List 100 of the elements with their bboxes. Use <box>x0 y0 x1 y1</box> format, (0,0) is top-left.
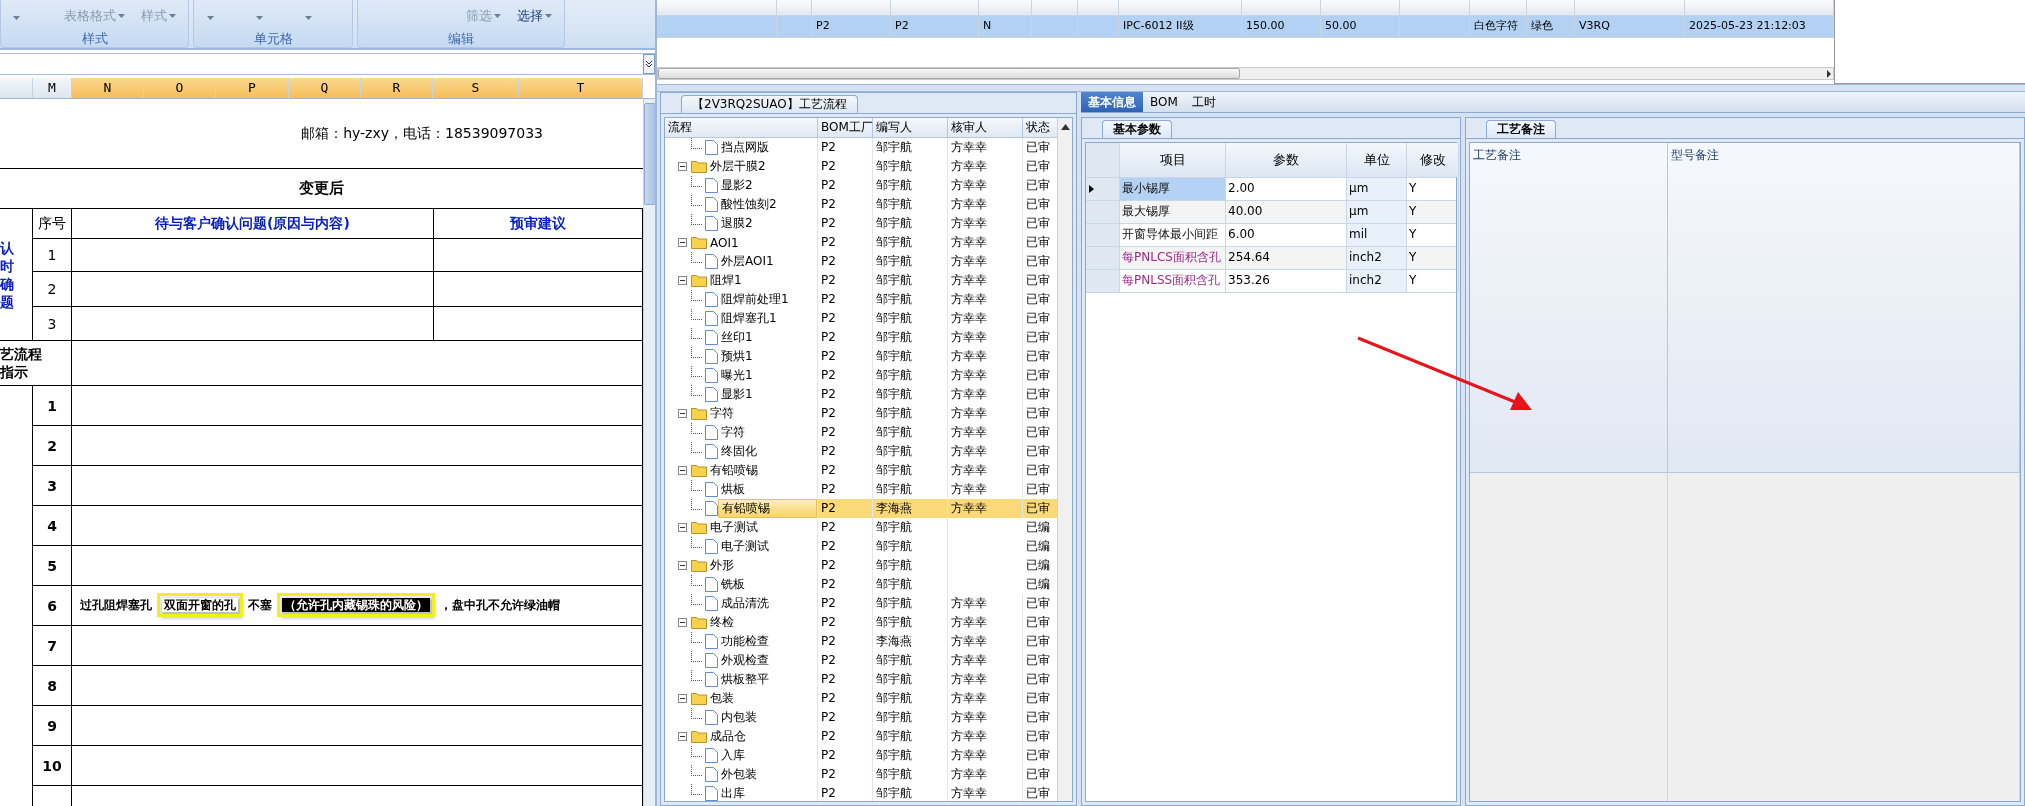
collapse-icon[interactable] <box>678 694 687 703</box>
caret-icon <box>305 16 312 20</box>
column-header[interactable]: Q <box>289 78 361 98</box>
writer-text: 邹宇航 <box>876 691 912 705</box>
factory-text: P2 <box>821 577 836 591</box>
scrollbar[interactable] <box>1057 118 1072 801</box>
column-header[interactable]: 编写人 <box>873 118 948 137</box>
column-header[interactable]: 核审人 <box>948 118 1023 137</box>
node-label: 显影1 <box>721 386 753 403</box>
column-header[interactable]: 流程 <box>665 118 818 137</box>
column-header[interactable]: 项目 <box>1120 143 1226 177</box>
folder-icon <box>691 692 707 705</box>
caret-icon <box>256 16 263 20</box>
status-text: 已编 <box>1026 539 1050 553</box>
factory-text: P2 <box>821 767 836 781</box>
column-header[interactable]: O <box>144 78 216 98</box>
ribbon-button[interactable]: 选择 <box>515 7 554 25</box>
row-number: 7 <box>47 637 57 654</box>
collapse-icon[interactable] <box>678 409 687 418</box>
status-text: 已编 <box>1026 577 1050 591</box>
column-header[interactable]: P <box>216 78 289 98</box>
factory-text: P2 <box>821 463 836 477</box>
tab[interactable]: 基本信息 <box>1081 92 1143 112</box>
column-header[interactable]: 工艺备注 <box>1470 143 1668 473</box>
row-label: 认 时 确 题 <box>0 238 14 311</box>
factory-text: P2 <box>821 254 836 268</box>
status-text: 已审 <box>1026 349 1050 363</box>
column-header[interactable]: BOM工厂 <box>818 118 873 137</box>
column-header[interactable]: M <box>33 78 72 98</box>
node-label: 电子测试 <box>721 538 769 555</box>
document-icon <box>705 311 718 326</box>
reviewer-text: 方幸幸 <box>951 159 987 173</box>
expand-button[interactable] <box>643 54 655 74</box>
folder-icon <box>691 274 707 287</box>
notes-cell[interactable] <box>1668 472 2020 801</box>
table-row[interactable]: 最小锡厚 2.00 μm Y <box>1086 178 1456 201</box>
item-text: 最大锡厚 <box>1122 204 1170 218</box>
row-number: 6 <box>47 597 57 614</box>
factory-text: P2 <box>821 596 836 610</box>
column-header[interactable]: T <box>519 78 643 98</box>
reviewer-text: 方幸幸 <box>951 767 987 781</box>
reviewer-text: 方幸幸 <box>951 482 987 496</box>
tree-row[interactable]: 有铅喷锡 P2 李海燕 方幸幸 已审 <box>665 499 1057 518</box>
grid-row[interactable]: P2 P2 N IPC-6012 II级 150.00 50.00 白色字符 绿色 V3RQ 2025-05-23 21:12:03 <box>657 16 1834 38</box>
factory-text: P2 <box>821 330 836 344</box>
column-header[interactable]: 单位 <box>1347 143 1407 177</box>
writer-text: 李海燕 <box>876 501 912 515</box>
node-label: 阻焊1 <box>710 272 742 289</box>
column-header[interactable]: R <box>361 78 433 98</box>
document-icon <box>705 444 718 459</box>
panel-tab[interactable]: 基本参数 <box>1102 120 1172 138</box>
arrow-right-icon[interactable] <box>1825 69 1833 78</box>
grid-cell-text: 150.00 <box>1246 19 1285 32</box>
writer-text: 邹宇航 <box>876 558 912 572</box>
row-number: 1 <box>47 247 57 263</box>
reviewer-text: 方幸幸 <box>951 710 987 724</box>
column-header[interactable]: N <box>72 78 144 98</box>
writer-text: 邹宇航 <box>876 653 912 667</box>
collapse-icon[interactable] <box>678 238 687 247</box>
scrollbar[interactable] <box>643 99 655 806</box>
reviewer-text: 方幸幸 <box>951 596 987 610</box>
factory-text: P2 <box>821 558 836 572</box>
column-header[interactable]: S <box>433 78 519 98</box>
status-text: 已审 <box>1026 311 1050 325</box>
collapse-icon[interactable] <box>678 523 687 532</box>
status-text: 已审 <box>1026 368 1050 382</box>
row-header[interactable] <box>1086 178 1120 200</box>
collapse-icon[interactable] <box>678 162 687 171</box>
reviewer-text: 方幸幸 <box>951 463 987 477</box>
panel-tab[interactable]: 【2V3RQ2SUAO】工艺流程 <box>681 95 858 113</box>
scrollbar[interactable] <box>657 67 1834 80</box>
factory-text: P2 <box>821 691 836 705</box>
column-header[interactable]: 参数 <box>1226 143 1347 177</box>
column-header[interactable]: 修改 <box>1407 143 1459 177</box>
table-row[interactable]: 开窗导体最小间距 6.00 mil Y <box>1086 224 1456 247</box>
unit-text: μm <box>1349 204 1369 218</box>
writer-text: 邹宇航 <box>876 330 912 344</box>
collapse-icon[interactable] <box>678 276 687 285</box>
arrow-up-icon[interactable] <box>1060 124 1070 130</box>
table-row[interactable]: 每PNLSS面积含孔 353.26 inch2 Y <box>1086 270 1456 293</box>
document-icon <box>705 596 718 611</box>
writer-text: 邹宇航 <box>876 596 912 610</box>
status-text: 已审 <box>1026 140 1050 154</box>
notes-cell[interactable] <box>1470 472 1668 801</box>
tab[interactable]: BOM <box>1143 92 1185 112</box>
collapse-icon[interactable] <box>678 561 687 570</box>
collapse-icon[interactable] <box>678 466 687 475</box>
document-icon <box>705 178 718 193</box>
reviewer-text: 方幸幸 <box>951 349 987 363</box>
group-label: 样式 <box>80 32 109 47</box>
table-row[interactable]: 每PNLCS面积含孔 254.64 inch2 Y <box>1086 247 1456 270</box>
table-row[interactable]: 最大锡厚 40.00 μm Y <box>1086 201 1456 224</box>
collapse-icon[interactable] <box>678 732 687 741</box>
column-header[interactable]: 型号备注 <box>1668 143 2020 473</box>
editable-text: Y <box>1409 227 1417 241</box>
status-text: 已审 <box>1026 159 1050 173</box>
tab[interactable]: 工时 <box>1184 92 1223 112</box>
caret-icon <box>545 14 552 18</box>
panel-tab[interactable]: 工艺备注 <box>1486 120 1556 138</box>
collapse-icon[interactable] <box>678 618 687 627</box>
